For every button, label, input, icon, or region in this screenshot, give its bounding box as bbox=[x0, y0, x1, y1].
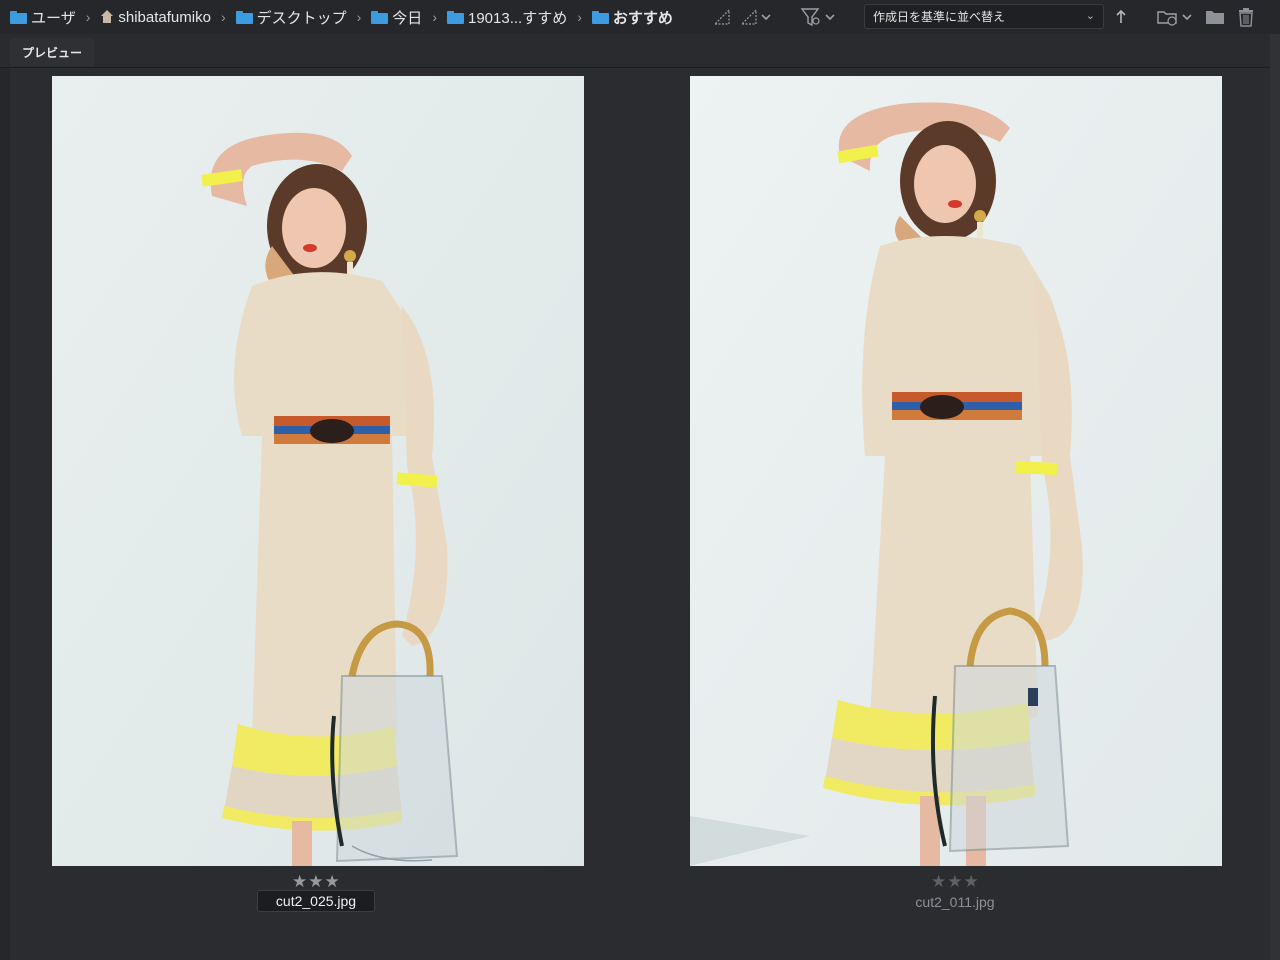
photo-illustration bbox=[52, 76, 584, 866]
breadcrumb-item-users[interactable]: ユーザ bbox=[10, 7, 76, 28]
chevron-right-icon: › bbox=[577, 9, 582, 25]
breadcrumb-item-desktop[interactable]: デスクトップ bbox=[235, 7, 347, 28]
preview-image-2[interactable] bbox=[690, 76, 1222, 866]
filter-icon[interactable] bbox=[800, 7, 838, 27]
folder-icon bbox=[10, 10, 27, 24]
tab-label: プレビュー bbox=[22, 45, 83, 60]
folder-icon bbox=[446, 10, 464, 24]
chevron-right-icon: › bbox=[432, 9, 437, 25]
trash-icon[interactable] bbox=[1236, 7, 1256, 27]
folder-options-icon[interactable] bbox=[1156, 7, 1196, 27]
breadcrumb-label: ユーザ bbox=[31, 9, 76, 27]
preview-image-1[interactable] bbox=[52, 76, 584, 866]
breadcrumb-label: 19013...すすめ bbox=[467, 9, 568, 27]
breadcrumb-item-current[interactable]: おすすめ bbox=[591, 7, 673, 28]
tab-preview[interactable]: プレビュー bbox=[10, 38, 95, 66]
panel-edge bbox=[1270, 34, 1280, 960]
stack-icon[interactable] bbox=[712, 7, 732, 27]
breadcrumb-label: おすすめ bbox=[612, 9, 673, 27]
photo-illustration bbox=[690, 76, 1222, 866]
photo-browser-window: ユーザ › shibatafumiko › デスクトップ › 今日 › 1901… bbox=[0, 0, 1280, 960]
chevron-down-icon: ⌄ bbox=[1085, 10, 1095, 22]
rating-stars[interactable]: ★★★ bbox=[292, 872, 341, 892]
home-icon bbox=[100, 10, 114, 24]
breadcrumb-label: shibatafumiko bbox=[118, 8, 211, 26]
sort-direction-icon[interactable] bbox=[1114, 7, 1128, 27]
chevron-right-icon: › bbox=[356, 9, 362, 25]
folder-icon bbox=[235, 10, 253, 24]
folder-icon bbox=[371, 10, 389, 24]
breadcrumb-label: デスクトップ bbox=[256, 9, 347, 27]
breadcrumb-item-today[interactable]: 今日 bbox=[371, 7, 422, 28]
sort-select-label: 作成日を基準に並べ替え bbox=[873, 10, 1006, 24]
breadcrumb-item-project[interactable]: 19013...すすめ bbox=[446, 7, 568, 28]
stack-chevron-icon[interactable] bbox=[740, 7, 774, 27]
folder-icon bbox=[591, 10, 609, 24]
panel-tab-bar: プレビュー bbox=[0, 34, 1280, 68]
breadcrumb-item-home[interactable]: shibatafumiko bbox=[100, 9, 211, 26]
chevron-right-icon: › bbox=[220, 9, 226, 25]
rating-stars[interactable]: ★★★ bbox=[931, 872, 980, 892]
sort-select[interactable]: 作成日を基準に並べ替え ⌄ bbox=[864, 4, 1104, 29]
breadcrumb-label: 今日 bbox=[392, 9, 423, 27]
thumbnail-filename-label[interactable]: cut2_011.jpg bbox=[896, 891, 1014, 913]
new-folder-icon[interactable] bbox=[1204, 7, 1226, 27]
path-bar: ユーザ › shibatafumiko › デスクトップ › 今日 › 1901… bbox=[0, 0, 1280, 34]
chevron-right-icon: › bbox=[85, 9, 91, 25]
preview-pane: ★★★ cut2_025.jpg ★★★ cut2_011.jpg bbox=[10, 68, 1272, 960]
thumbnail-filename-label[interactable]: cut2_025.jpg bbox=[257, 890, 375, 912]
